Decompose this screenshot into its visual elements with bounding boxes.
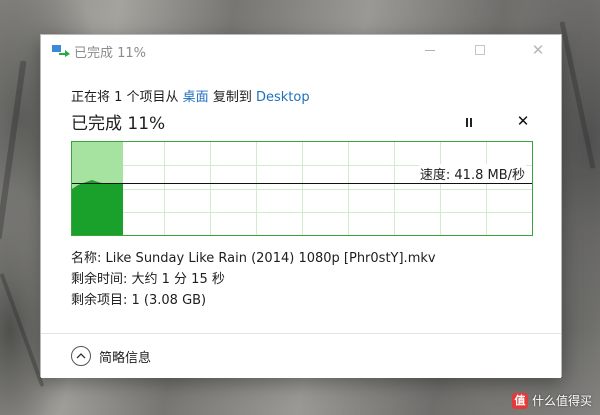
- site-watermark: 值 什么值得买: [511, 392, 592, 409]
- pause-icon: [466, 117, 468, 127]
- fewer-details-label: 简略信息: [99, 350, 152, 366]
- copy-progress-dialog: 已完成 11% ✕ 正在将 1 个项目从 桌面 复制到 Desktop 已完成 …: [40, 34, 562, 378]
- details-panel: 名称: Like Sunday Like Rain (2014) 1080p […: [71, 248, 436, 311]
- minimize-icon: [425, 49, 435, 51]
- close-button[interactable]: ✕: [515, 35, 561, 65]
- window-title: 已完成 11%: [74, 46, 147, 61]
- progress-heading: 已完成 11%: [71, 114, 166, 134]
- destination-link[interactable]: Desktop: [256, 90, 310, 105]
- pause-icon: [470, 117, 472, 127]
- graph-speed-area: [72, 180, 123, 235]
- pause-button[interactable]: [459, 113, 479, 131]
- watermark-badge: 值: [511, 392, 528, 409]
- fewer-details-toggle[interactable]: 简略信息: [71, 344, 151, 368]
- copy-description: 正在将 1 个项目从 桌面 复制到 Desktop: [71, 86, 310, 105]
- items-remaining-row: 剩余项目: 1 (3.08 GB): [71, 293, 207, 308]
- close-icon: ✕: [531, 41, 545, 59]
- speed-graph-canvas: [72, 142, 532, 235]
- chevron-up-icon: [71, 346, 91, 366]
- cancel-button[interactable]: ✕: [513, 111, 533, 131]
- dialog-footer: 简略信息: [41, 333, 561, 378]
- description-prefix: 正在将 1 个项目从: [71, 90, 183, 105]
- title-bar[interactable]: 已完成 11% ✕: [41, 35, 561, 65]
- description-middle: 复制到: [208, 90, 256, 105]
- maximize-icon: [475, 45, 485, 55]
- watermark-text: 什么值得买: [531, 394, 592, 408]
- file-name-row: 名称: Like Sunday Like Rain (2014) 1080p […: [71, 251, 436, 266]
- minimize-button[interactable]: [407, 35, 453, 65]
- speed-graph: 速度: 41.8 MB/秒: [71, 141, 533, 236]
- maximize-button[interactable]: [457, 35, 503, 65]
- speed-label: 速度: 41.8 MB/秒: [418, 164, 526, 183]
- time-remaining-row: 剩余时间: 大约 1 分 15 秒: [71, 272, 225, 287]
- source-link[interactable]: 桌面: [183, 90, 209, 105]
- cancel-icon: ✕: [516, 112, 530, 130]
- copy-icon: [52, 45, 70, 57]
